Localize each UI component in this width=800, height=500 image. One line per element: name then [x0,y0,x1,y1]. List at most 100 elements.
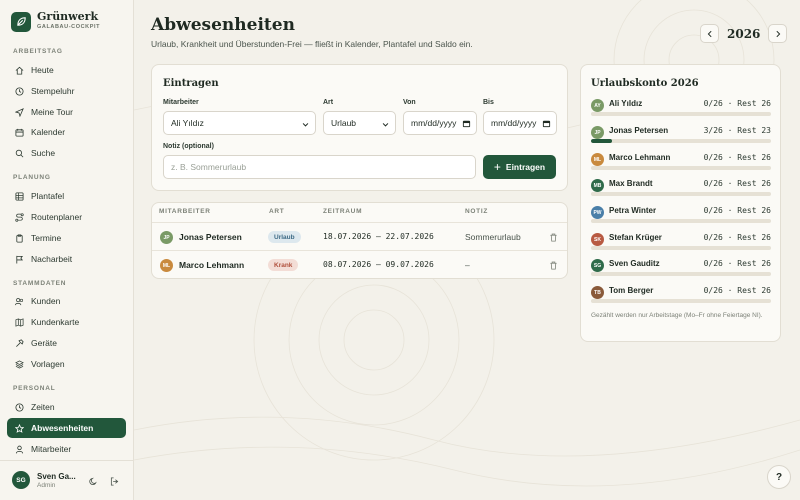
sidebar-item-plantafel[interactable]: Plantafel [7,186,126,206]
type-value: Urlaub [331,118,357,128]
account-value: 0/26 · Rest 26 [703,259,771,268]
to-date-input[interactable]: mm/dd/yyyy [483,111,557,135]
list-item: JP Jonas Petersen 3/26 · Rest 23 [591,126,771,152]
progress-bar [591,192,771,196]
avatar: SK [591,233,604,246]
account-value: 0/26 · Rest 26 [703,99,771,108]
layers-icon [14,359,24,369]
sidebar-item-abwesenheiten[interactable]: Abwesenheiten [7,418,126,438]
col-header-note: NOTIZ [465,208,488,215]
account-note: Gezählt werden nur Arbeitstage (Mo–Fr oh… [591,312,763,319]
navigation-icon [14,107,24,117]
sidebar-item-label: Zeiten [31,402,55,412]
section-title-planung: PLANUNG [13,174,51,181]
avatar: AY [591,99,604,112]
next-year-button[interactable] [768,24,788,43]
sidebar-item-zeiten[interactable]: Zeiten [7,397,126,417]
plus-icon: + [493,160,501,174]
sidebar-item-label: Routenplaner [31,212,83,222]
progress-bar [591,246,771,250]
account-value: 0/26 · Rest 26 [703,153,771,162]
sidebar-item-vorlagen[interactable]: Vorlagen [7,354,126,374]
sidebar-item-mitarbeiter[interactable]: Mitarbeiter [7,439,126,459]
account-employee-name: Jonas Petersen [609,126,669,135]
sidebar-item-label: Kalender [31,127,66,137]
moon-icon[interactable] [88,476,98,486]
user-role: Admin [37,482,56,489]
progress-bar [591,299,771,303]
type-label: Art [323,99,334,106]
avatar: MB [591,179,604,192]
brand[interactable]: Grünwerk GALABAU-COCKPIT [11,11,100,32]
list-item: TB Tom Berger 0/26 · Rest 26 [591,286,771,312]
note-input[interactable]: z. B. Sommerurlaub [163,155,476,179]
row-employee-name: Marco Lehmann [179,260,245,270]
sidebar-item-label: Kunden [31,296,61,306]
account-value: 0/26 · Rest 26 [703,233,771,242]
to-label: Bis [483,99,494,106]
clock-icon [14,86,24,96]
sidebar-item-suche[interactable]: Suche [7,143,126,163]
brand-subtitle: GALABAU-COCKPIT [37,24,101,30]
trash-icon[interactable] [548,260,558,270]
chevron-down-icon [302,120,309,130]
account-employee-name: Marco Lehmann [609,153,671,162]
note-placeholder: z. B. Sommerurlaub [171,162,247,172]
sidebar: Grünwerk GALABAU-COCKPIT ARBEITSTAG Heut… [0,0,134,500]
col-header-type: ART [269,208,285,215]
star-icon [14,423,24,433]
employee-label: Mitarbeiter [163,99,199,106]
table-row[interactable]: JP Jonas Petersen Urlaub 18.07.2026 – 22… [152,222,567,250]
route-icon [14,212,24,222]
sidebar-item-kalender[interactable]: Kalender [7,122,126,142]
user-panel: SG Sven Ga... Admin [0,460,134,500]
sidebar-item-nacharbeit[interactable]: Nacharbeit [7,249,126,269]
progress-bar [591,112,771,116]
list-item: SK Stefan Krüger 0/26 · Rest 26 [591,233,771,259]
prev-year-button[interactable] [700,24,719,43]
clock-icon [14,402,24,412]
help-label: ? [775,471,783,483]
logout-icon[interactable] [109,476,119,486]
page-subtitle: Urlaub, Krankheit und Überstunden-Frei —… [151,39,473,49]
table-row[interactable]: ML Marco Lehmann Krank 08.07.2026 – 09.0… [152,250,567,278]
sidebar-item-meine-tour[interactable]: Meine Tour [7,102,126,122]
list-item: AY Ali Yıldız 0/26 · Rest 26 [591,99,771,125]
brand-name: Grünwerk [37,10,99,23]
help-button[interactable]: ? [767,465,791,489]
type-select[interactable]: Urlaub [323,111,396,135]
progress-bar [591,272,771,276]
account-employee-name: Max Brandt [609,179,653,188]
section-title-personal: PERSONAL [13,385,56,392]
employee-select[interactable]: Ali Yıldız [163,111,316,135]
sidebar-item-label: Mitarbeiter [31,444,72,454]
account-value: 0/26 · Rest 26 [703,286,771,295]
from-date-input[interactable]: mm/dd/yyyy [403,111,477,135]
sidebar-item-label: Suche [31,148,56,158]
user-name: Sven Ga... [37,472,76,481]
avatar[interactable]: SG [12,471,30,489]
row-note: – [465,260,470,270]
sidebar-item-geraete[interactable]: Geräte [7,333,126,353]
avatar: JP [591,126,604,139]
sidebar-item-heute[interactable]: Heute [7,60,126,80]
calendar-icon[interactable] [542,119,551,130]
sidebar-item-termine[interactable]: Termine [7,228,126,248]
sidebar-item-kundenkarte[interactable]: Kundenkarte [7,312,126,332]
progress-bar [591,139,771,143]
chevron-down-icon [382,120,389,130]
leaf-icon [11,11,31,32]
submit-button[interactable]: + Eintragen [483,155,556,179]
progress-bar [591,166,771,170]
row-employee-name: Jonas Petersen [179,232,242,242]
sidebar-item-label: Kundenkarte [31,317,80,327]
calendar-icon[interactable] [462,119,471,130]
sidebar-item-routenplaner[interactable]: Routenplaner [7,207,126,227]
trash-icon[interactable] [548,232,558,242]
avatar: SG [591,259,604,272]
account-employee-name: Tom Berger [609,286,654,295]
clipboard-icon [14,233,24,243]
sidebar-item-stempeluhr[interactable]: Stempeluhr [7,81,126,101]
section-title-arbeitstag: ARBEITSTAG [13,48,63,55]
sidebar-item-kunden[interactable]: Kunden [7,291,126,311]
